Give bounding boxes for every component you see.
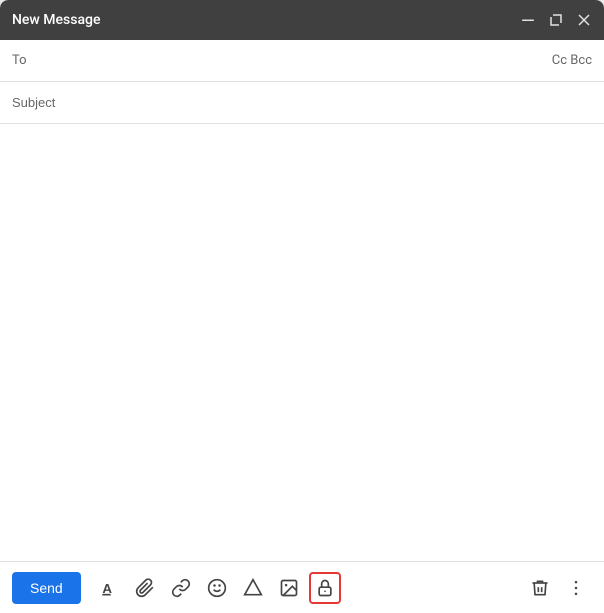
cc-bcc-button[interactable]: Cc Bcc [552,53,592,68]
formatting-button[interactable]: A [93,572,125,604]
svg-text:A: A [102,581,112,596]
close-button[interactable] [576,12,592,28]
subject-input[interactable] [12,95,592,110]
toolbar: Send A [0,561,604,613]
title-bar: New Message [0,0,604,40]
window-title: New Message [12,12,100,28]
to-row: To Cc Bcc [0,40,604,82]
body-area [0,124,604,561]
send-button[interactable]: Send [12,572,81,604]
discard-button[interactable] [524,572,556,604]
body-input[interactable] [12,132,592,553]
confidential-button[interactable] [309,572,341,604]
attach-button[interactable] [129,572,161,604]
minimize-button[interactable] [520,12,536,28]
window-controls [520,12,592,28]
to-label: To [12,53,36,68]
photo-button[interactable] [273,572,305,604]
emoji-button[interactable] [201,572,233,604]
drive-button[interactable] [237,572,269,604]
compose-window: New Message To C [0,0,604,613]
more-options-button[interactable] [560,572,592,604]
expand-button[interactable] [548,12,564,28]
link-button[interactable] [165,572,197,604]
to-input[interactable] [36,53,552,68]
subject-row [0,82,604,124]
